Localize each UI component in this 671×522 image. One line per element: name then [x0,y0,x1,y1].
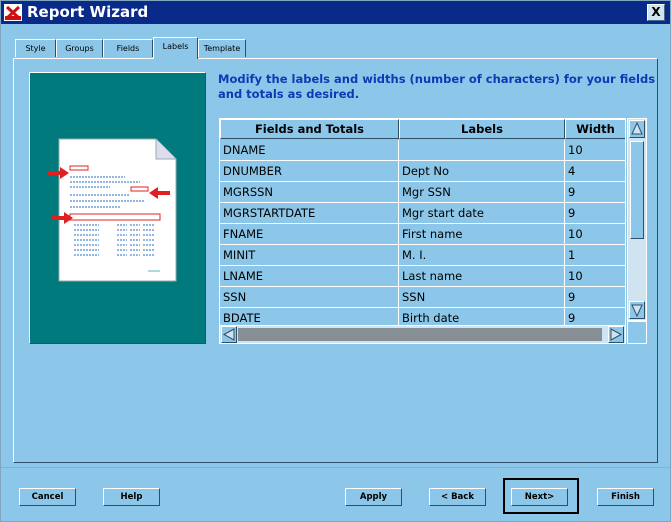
table-row[interactable]: SSN SSN 9 [220,287,625,308]
label-cell[interactable]: M. I. [399,245,565,266]
scroll-up-arrow-icon[interactable] [629,120,645,138]
window-title: Report Wizard [27,3,149,21]
tab-template[interactable]: Template [198,39,246,57]
x-logo-icon [4,4,22,21]
cancel-button[interactable]: Cancel [19,488,76,506]
report-illustration [29,72,206,344]
next-button[interactable]: Next> [511,488,568,506]
apply-button[interactable]: Apply [345,488,402,506]
scroll-right-arrow-icon[interactable] [608,326,624,343]
field-cell[interactable]: LNAME [220,266,399,287]
width-cell[interactable]: 9 [565,182,625,203]
width-cell[interactable]: 10 [565,140,625,161]
title-bar[interactable]: Report Wizard X [1,1,670,24]
column-header-labels[interactable]: Labels [399,119,565,139]
button-separator [1,467,670,468]
tab-labels[interactable]: Labels [153,37,198,59]
help-button[interactable]: Help [103,488,160,506]
label-cell[interactable]: Last name [399,266,565,287]
vertical-scroll-thumb[interactable] [630,141,644,239]
scroll-left-arrow-icon[interactable] [221,326,237,343]
table-row[interactable]: DNUMBER Dept No 4 [220,161,625,182]
scroll-down-arrow-icon[interactable] [629,301,645,319]
horizontal-scrollbar[interactable] [219,325,626,344]
label-cell[interactable]: Mgr SSN [399,182,565,203]
tab-style[interactable]: Style [15,39,56,57]
field-cell[interactable]: SSN [220,287,399,308]
table-row[interactable]: MGRSSN Mgr SSN 9 [220,182,625,203]
field-cell[interactable]: MGRSSN [220,182,399,203]
field-cell[interactable]: FNAME [220,224,399,245]
tab-fields[interactable]: Fields [103,39,153,57]
report-wizard-window: Report Wizard X Style Groups Fields Labe… [0,0,671,522]
labels-grid: Fields and Totals Labels Width DNAME 10 … [219,118,626,344]
field-cell[interactable]: MINIT [220,245,399,266]
table-row[interactable]: DNAME 10 [220,140,625,161]
label-cell[interactable] [399,140,565,161]
label-cell[interactable]: SSN [399,287,565,308]
column-header-fields[interactable]: Fields and Totals [220,119,399,139]
table-row[interactable]: FNAME First name 10 [220,224,625,245]
width-cell[interactable]: 10 [565,224,625,245]
back-button[interactable]: < Back [429,488,486,506]
close-icon[interactable]: X [647,4,665,21]
table-row[interactable]: MINIT M. I. 1 [220,245,625,266]
instructions-text: Modify the labels and widths (number of … [218,72,656,101]
scroll-corner [627,321,647,344]
field-cell[interactable]: DNUMBER [220,161,399,182]
width-cell[interactable]: 9 [565,203,625,224]
field-cell[interactable]: MGRSTARTDATE [220,203,399,224]
vertical-scrollbar[interactable] [627,118,647,321]
label-cell[interactable]: Dept No [399,161,565,182]
field-cell[interactable]: DNAME [220,140,399,161]
tab-groups[interactable]: Groups [56,39,103,57]
width-cell[interactable]: 10 [565,266,625,287]
width-cell[interactable]: 4 [565,161,625,182]
label-cell[interactable]: Mgr start date [399,203,565,224]
width-cell[interactable]: 1 [565,245,625,266]
column-header-width[interactable]: Width [565,119,625,139]
table-row[interactable]: MGRSTARTDATE Mgr start date 9 [220,203,625,224]
label-cell[interactable]: First name [399,224,565,245]
finish-button[interactable]: Finish [597,488,654,506]
horizontal-scroll-thumb[interactable] [238,328,602,341]
width-cell[interactable]: 9 [565,287,625,308]
table-row[interactable]: LNAME Last name 10 [220,266,625,287]
